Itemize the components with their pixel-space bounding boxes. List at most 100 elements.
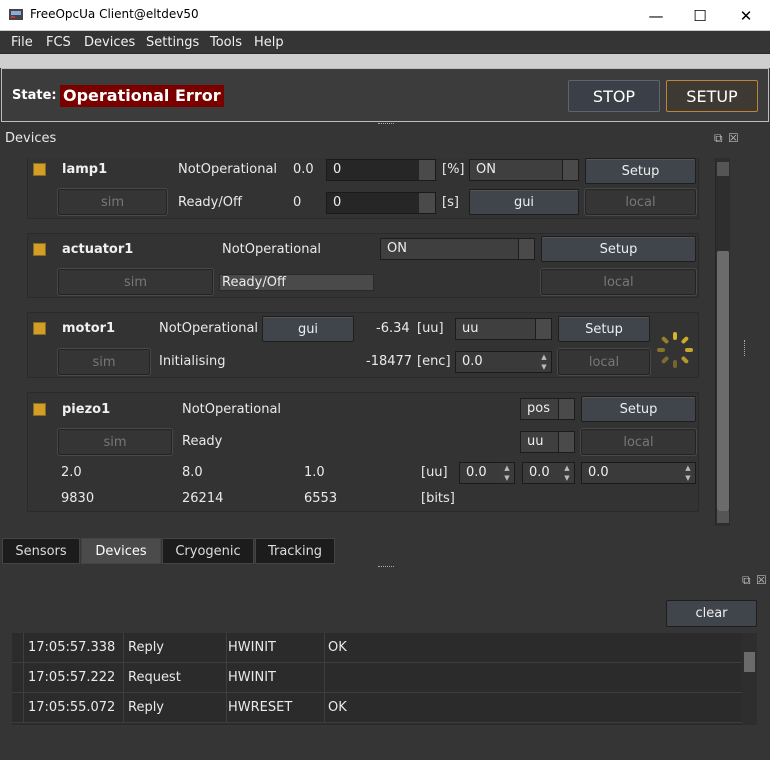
bits-value-1: 9830 [61, 491, 95, 506]
mode-combo-value: ON [476, 162, 496, 177]
spin-down-icon[interactable]: ▼ [500, 473, 514, 483]
tab-sensors[interactable]: Sensors [2, 538, 80, 564]
table-row[interactable]: 17:05:55.072 Reply HWRESET OK [12, 693, 742, 723]
device-name: motor1 [62, 321, 116, 336]
encoder-unit: [enc] [417, 354, 451, 369]
gui-button[interactable]: gui [262, 316, 354, 342]
busy-spinner-icon [657, 332, 693, 368]
axis-input-2[interactable]: 0.0 ▲ ▼ [522, 462, 575, 484]
mode-combo-value: uu [462, 321, 479, 336]
local-button[interactable]: local [584, 188, 697, 216]
spin-handle[interactable] [419, 193, 435, 213]
clear-button[interactable]: clear [666, 600, 757, 627]
devices-scroll-area[interactable]: lamp1 NotOperational 0.0 0 [%] ON Setup … [14, 158, 712, 526]
spin-handle[interactable] [419, 160, 435, 180]
sim-button[interactable]: sim [57, 348, 151, 376]
float-icon[interactable]: ⧉ [714, 131, 723, 146]
log-command: HWINIT [228, 640, 276, 655]
setup-button[interactable]: Setup [581, 396, 696, 422]
axis-input-1-text: 0.0 [466, 465, 487, 480]
menu-bar: File FCS Devices Settings Tools Help [0, 31, 770, 54]
mode-combo[interactable]: pos [520, 398, 575, 420]
side-splitter-handle[interactable] [744, 340, 747, 356]
local-button[interactable]: local [557, 348, 651, 376]
close-icon: ✕ [739, 6, 753, 25]
log-result: OK [328, 640, 347, 655]
axis-unit: [uu] [421, 465, 448, 480]
devices-dock-header: Devices [0, 128, 770, 150]
axis-input-1[interactable]: 0.0 ▲ ▼ [459, 462, 515, 484]
spin-down-icon[interactable]: ▼ [560, 473, 574, 483]
log-type: Reply [128, 640, 165, 655]
devices-scrollbar-thumb[interactable] [717, 251, 729, 511]
bits-value-3: 6553 [304, 491, 338, 506]
maximize-button[interactable]: ☐ [677, 0, 723, 31]
sim-button[interactable]: sim [57, 428, 173, 456]
time-input[interactable]: 0 [326, 192, 436, 214]
mode-combo-value: ON [387, 241, 407, 256]
menu-help[interactable]: Help [254, 35, 284, 50]
setup-button[interactable]: Setup [585, 158, 696, 184]
device-group-actuator1: actuator1 NotOperational ON Setup sim Re… [27, 233, 699, 298]
unit-combo[interactable]: uu [520, 431, 575, 453]
local-button[interactable]: local [540, 268, 697, 296]
device-status: NotOperational [159, 321, 259, 336]
mode-combo[interactable]: ON [380, 238, 535, 260]
splitter-handle[interactable] [378, 123, 394, 126]
log-time: 17:05:57.338 [28, 640, 116, 655]
value-input[interactable]: 0 [326, 159, 436, 181]
stop-button[interactable]: STOP [568, 80, 660, 112]
log-float-icon[interactable]: ⧉ [742, 573, 751, 588]
device-substate: Initialising [159, 354, 226, 369]
tab-tracking[interactable]: Tracking [255, 538, 335, 564]
log-scrollbar-thumb[interactable] [744, 652, 755, 672]
spin-down-icon[interactable]: ▼ [681, 473, 695, 483]
device-name: piezo1 [62, 402, 111, 417]
log-close-icon[interactable]: ☒ [756, 573, 767, 587]
menu-file[interactable]: File [11, 35, 33, 50]
toolbar-strip [0, 54, 770, 68]
device-name: actuator1 [62, 242, 134, 257]
unit-label: [uu] [417, 321, 444, 336]
app-icon [9, 9, 23, 20]
local-button[interactable]: local [580, 428, 697, 456]
gui-button[interactable]: gui [469, 189, 579, 215]
log-scrollbar[interactable] [742, 633, 757, 725]
log-splitter-handle[interactable] [378, 566, 394, 569]
menu-devices[interactable]: Devices [84, 35, 135, 50]
axis-input-3[interactable]: 0.0 ▲ ▼ [581, 462, 696, 484]
spin-down-icon[interactable]: ▼ [537, 362, 551, 372]
status-indicator [33, 322, 46, 335]
tab-cryogenic[interactable]: Cryogenic [162, 538, 254, 564]
minimize-button[interactable]: — [633, 0, 679, 31]
scroll-down-arrow[interactable] [717, 511, 729, 523]
menu-tools[interactable]: Tools [210, 35, 242, 50]
table-row[interactable]: 17:05:57.338 Reply HWINIT OK [12, 633, 742, 663]
setup-button[interactable]: SETUP [666, 80, 758, 112]
menu-settings[interactable]: Settings [146, 35, 199, 50]
mode-combo[interactable]: uu [455, 318, 552, 340]
axis-input-3-text: 0.0 [588, 465, 609, 480]
mode-combo[interactable]: ON [469, 159, 579, 181]
sim-button[interactable]: sim [57, 268, 214, 296]
value-input-text: 0 [333, 162, 342, 177]
menu-fcs[interactable]: FCS [46, 35, 71, 50]
status-indicator [33, 403, 46, 416]
unit-label-2: [s] [442, 195, 459, 210]
chevron-down-icon [562, 160, 578, 180]
setup-button[interactable]: Setup [541, 236, 696, 262]
maximize-icon: ☐ [693, 6, 707, 25]
tab-devices[interactable]: Devices [81, 538, 161, 564]
setup-button[interactable]: Setup [558, 316, 650, 342]
position-input[interactable]: 0.0 ▲ ▼ [455, 351, 552, 373]
device-group-piezo1: piezo1 NotOperational pos Setup sim Read… [27, 392, 699, 512]
state-value-error: Error [172, 85, 224, 107]
dock-close-icon[interactable]: ☒ [728, 131, 739, 145]
status-indicator [33, 163, 46, 176]
close-button[interactable]: ✕ [723, 0, 769, 31]
axis-value-3: 1.0 [304, 465, 325, 480]
table-row[interactable]: 17:05:57.222 Request HWINIT [12, 663, 742, 693]
state-label: State: [12, 88, 57, 103]
scroll-up-arrow[interactable] [717, 162, 729, 176]
sim-button[interactable]: sim [57, 188, 168, 216]
